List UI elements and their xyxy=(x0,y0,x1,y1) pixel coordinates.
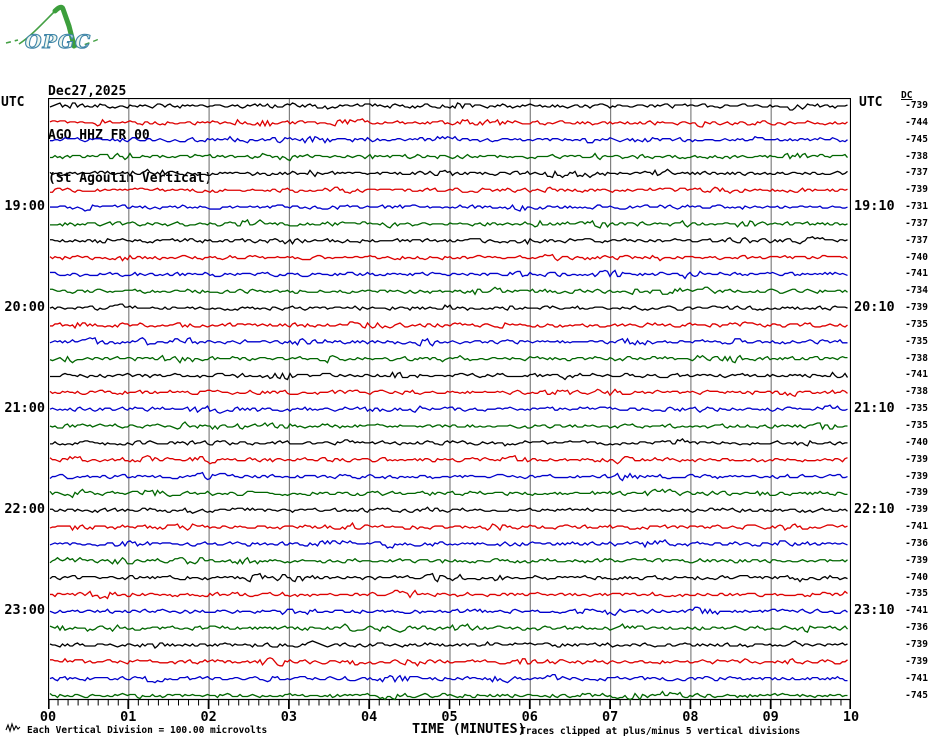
utc-label-left: UTC xyxy=(1,95,25,110)
trace-line xyxy=(50,371,849,381)
x-tick-label: 03 xyxy=(280,709,298,725)
dc-value: -739 xyxy=(905,554,928,566)
trace-line xyxy=(49,606,848,617)
dc-value: -741 xyxy=(905,268,928,280)
dc-value: -745 xyxy=(905,133,928,145)
trace-line xyxy=(49,421,848,431)
dc-value: -739 xyxy=(905,638,928,650)
hour-label-left: 19:00 xyxy=(4,198,45,215)
trace-line xyxy=(49,253,848,262)
trace-line xyxy=(49,303,848,312)
hour-label-left: 23:00 xyxy=(4,602,45,619)
trace-line xyxy=(49,640,848,649)
trace-line xyxy=(50,506,848,514)
trace-line xyxy=(50,152,848,162)
trace-line xyxy=(50,203,848,212)
logo-text: OPGC xyxy=(25,31,91,53)
dc-value: -737 xyxy=(905,234,928,246)
dc-value: -739 xyxy=(905,184,928,196)
x-tick-label: 02 xyxy=(200,709,217,725)
clip-note: Traces clipped at plus/minus 5 vertical … xyxy=(520,726,801,737)
x-tick-label: 07 xyxy=(601,709,619,725)
dc-value: -738 xyxy=(905,386,928,398)
utc-label-right: UTC xyxy=(859,95,883,110)
x-axis-title: TIME (MINUTES) xyxy=(412,721,526,737)
dc-value: -745 xyxy=(905,689,928,701)
hour-label-left: 22:00 xyxy=(4,501,45,518)
trace-line xyxy=(49,168,848,179)
dc-value: -731 xyxy=(905,201,928,213)
dc-value: -735 xyxy=(905,403,928,415)
dc-value: -740 xyxy=(905,436,928,448)
dc-value: -739 xyxy=(905,100,928,111)
logo-dash-left xyxy=(5,39,19,44)
trace-line xyxy=(49,354,848,364)
opgc-logo: OPGC xyxy=(5,4,100,54)
x-tick-label: 00 xyxy=(39,709,57,725)
trace-line xyxy=(49,454,848,465)
dc-value: -740 xyxy=(905,571,928,583)
x-tick-label: 09 xyxy=(762,709,779,725)
dc-value: -734 xyxy=(905,285,928,297)
trace-line xyxy=(49,336,848,347)
trace-line xyxy=(50,286,848,296)
trace-line xyxy=(50,321,848,330)
helicorder-page: OPGC Dec27,2025 AGO HHZ FR 00 (St Agouli… xyxy=(0,0,930,744)
dc-value: -739 xyxy=(905,453,928,465)
dc-value: -735 xyxy=(905,335,928,347)
trace-line xyxy=(50,437,848,447)
scale-note: Each Vertical Division = 100.00 microvol… xyxy=(27,725,268,736)
trace-line xyxy=(50,235,848,246)
dc-value: -741 xyxy=(905,521,928,533)
trace-line xyxy=(49,690,848,701)
dc-value: -736 xyxy=(905,622,928,634)
trace-line xyxy=(50,218,848,229)
dc-value: -741 xyxy=(905,605,928,617)
dc-value: -741 xyxy=(905,672,928,684)
dc-value: -741 xyxy=(905,369,928,381)
helicorder-plot xyxy=(48,98,851,709)
dc-value: -735 xyxy=(905,420,928,432)
trace-line xyxy=(49,674,848,684)
trace-line xyxy=(49,556,848,565)
x-tick-label: 08 xyxy=(682,709,699,725)
trace-line xyxy=(49,521,848,532)
dc-value: -739 xyxy=(905,487,928,499)
dc-value: -736 xyxy=(905,537,928,549)
trace-line xyxy=(50,269,848,280)
wiggle-icon xyxy=(5,722,21,733)
trace-line xyxy=(49,404,848,414)
dc-value: -735 xyxy=(905,588,928,600)
dc-value: -737 xyxy=(905,217,928,229)
trace-line xyxy=(50,589,848,600)
dc-value: -739 xyxy=(905,302,928,314)
x-tick-label: 10 xyxy=(842,709,860,725)
x-tick-label: 01 xyxy=(120,709,137,725)
dc-value: -739 xyxy=(905,504,928,516)
hour-label-left: 21:00 xyxy=(4,400,45,417)
dc-value: -737 xyxy=(905,167,928,179)
trace-line xyxy=(50,186,848,195)
trace-line xyxy=(50,657,848,667)
trace-line xyxy=(49,488,848,499)
dc-value: -735 xyxy=(905,318,928,330)
trace-line xyxy=(49,539,848,549)
trace-line xyxy=(49,118,848,128)
dc-value: -739 xyxy=(905,655,928,667)
dc-value: -740 xyxy=(905,251,928,263)
trace-line xyxy=(49,471,848,482)
dc-value: -739 xyxy=(905,470,928,482)
dc-value: -738 xyxy=(905,352,928,364)
hour-label-left: 20:00 xyxy=(4,299,45,316)
dc-value: -738 xyxy=(905,150,928,162)
trace-line xyxy=(49,388,848,398)
trace-line xyxy=(50,135,848,144)
dc-value: -744 xyxy=(905,116,928,128)
trace-line xyxy=(49,572,848,583)
trace-line xyxy=(49,102,848,111)
trace-line xyxy=(49,623,848,633)
x-tick-label: 04 xyxy=(361,709,378,725)
